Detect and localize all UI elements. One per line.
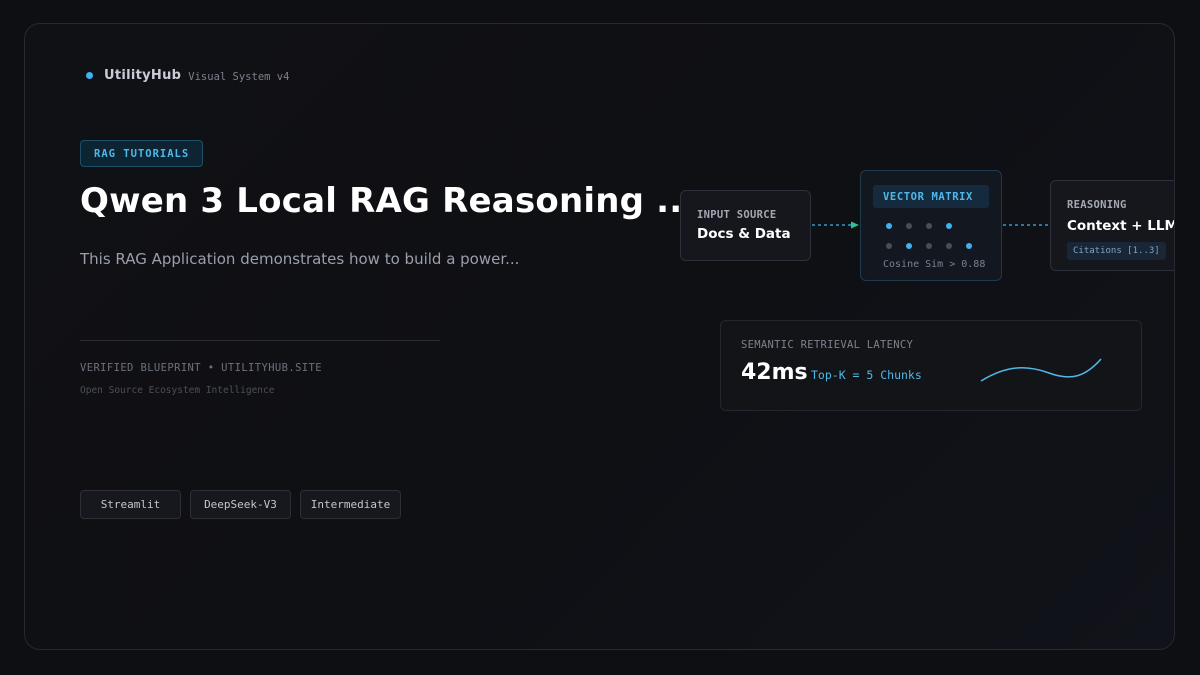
latency-panel: SEMANTIC RETRIEVAL LATENCY 42ms Top-K = … xyxy=(720,320,1142,411)
vector-matrix-label: VECTOR MATRIX xyxy=(873,185,989,208)
vector-dot-dim xyxy=(926,243,932,249)
reasoning-value: Context + LLM xyxy=(1067,218,1175,234)
vector-dot-active xyxy=(886,223,892,229)
vector-dot-active xyxy=(906,243,912,249)
reasoning-node: REASONING Context + LLM Citations [1..3] xyxy=(1050,180,1175,271)
vector-dot-dim xyxy=(906,223,912,229)
input-source-node: INPUT SOURCE Docs & Data xyxy=(680,190,811,261)
latency-detail: Top-K = 5 Chunks xyxy=(811,368,922,382)
vector-dot-dim xyxy=(946,243,952,249)
vector-dot-active xyxy=(966,243,972,249)
reasoning-label: REASONING xyxy=(1067,199,1127,211)
input-source-label: INPUT SOURCE xyxy=(697,209,777,221)
content-card: UtilityHub Visual System v4 RAG TUTORIAL… xyxy=(24,23,1175,650)
vector-dots xyxy=(886,219,986,259)
latency-sparkline-icon xyxy=(980,358,1102,382)
cosine-threshold: Cosine Sim > 0.88 xyxy=(883,259,986,270)
vector-matrix-node: VECTOR MATRIX Cosine Sim > 0.88 xyxy=(860,170,1002,281)
latency-value: 42ms xyxy=(741,360,808,385)
vector-dot-dim xyxy=(926,223,932,229)
arrow-head-icon xyxy=(851,221,859,229)
latency-label: SEMANTIC RETRIEVAL LATENCY xyxy=(741,339,914,351)
vector-dot-dim xyxy=(886,243,892,249)
input-source-value: Docs & Data xyxy=(697,226,791,242)
vector-dot-active xyxy=(946,223,952,229)
citations-badge: Citations [1..3] xyxy=(1067,242,1166,260)
